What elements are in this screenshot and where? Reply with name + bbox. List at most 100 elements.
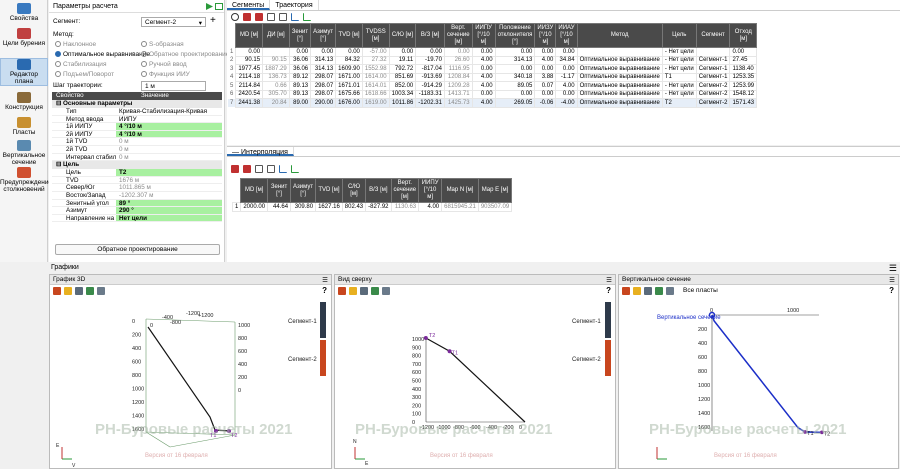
table-cell[interactable]: 90.15: [235, 55, 264, 65]
table-cell[interactable]: 136.73: [262, 72, 290, 82]
p3-layers-select[interactable]: Все пласты: [683, 287, 718, 294]
table-cell[interactable]: 4.00: [471, 98, 496, 108]
table-cell[interactable]: 1011.86: [388, 98, 417, 108]
seg-col-header[interactable]: В/З [м]: [415, 23, 445, 48]
interp-cell[interactable]: 1130.63: [390, 202, 420, 212]
method-left-1[interactable]: Оптимальное выравнивание: [55, 51, 150, 58]
p1-layers-icon[interactable]: [53, 286, 61, 295]
method-right-1[interactable]: Обратное проектирование: [141, 51, 229, 58]
table-cell[interactable]: 1253.99: [729, 81, 758, 91]
table-cell[interactable]: -913.69: [415, 72, 445, 82]
interp-copy-icon[interactable]: [255, 165, 263, 173]
table-cell[interactable]: 1208.84: [443, 72, 473, 82]
p1-eye-icon[interactable]: [64, 286, 72, 295]
interp-export-icon[interactable]: [291, 165, 299, 173]
table-cell[interactable]: 89.00: [288, 98, 312, 108]
p2-rig-icon[interactable]: [360, 286, 368, 295]
seg-col-header[interactable]: Верт. сечение [м]: [443, 23, 473, 48]
table-cell[interactable]: 20.84: [262, 98, 290, 108]
table-cell[interactable]: 0.00: [555, 89, 578, 99]
interp-col-header[interactable]: Зенит [°]: [267, 178, 292, 203]
table-cell[interactable]: 1676.00: [335, 98, 363, 108]
property-row[interactable]: Цель T2: [52, 169, 222, 177]
table-cell[interactable]: -57.00: [361, 47, 390, 57]
p1-help-icon[interactable]: ?: [322, 286, 327, 295]
interp-cell[interactable]: 4.00: [418, 202, 443, 212]
table-cell[interactable]: 305.70: [262, 89, 290, 99]
table-cell[interactable]: 89.13: [288, 81, 312, 91]
table-cell[interactable]: 1614.01: [361, 81, 390, 91]
table-cell[interactable]: T2: [661, 98, 697, 108]
table-cell[interactable]: -0.06: [534, 98, 557, 108]
table-cell[interactable]: 36.06: [288, 55, 312, 65]
table-cell[interactable]: 314.13: [310, 64, 337, 74]
table-cell[interactable]: 1675.66: [335, 89, 363, 99]
table-cell[interactable]: 27.45: [729, 55, 758, 65]
table-cell[interactable]: 0.00: [288, 47, 312, 57]
seg-col-header[interactable]: ИИЗУ [°/10 м]: [534, 23, 557, 48]
table-row[interactable]: 2 90.15 90.15 36.06 314.13 84.32 27.32 19.11 -19…: [228, 55, 758, 65]
table-cell[interactable]: 851.69: [388, 72, 417, 82]
table-cell[interactable]: 269.05: [494, 98, 536, 108]
seg-col-header[interactable]: ДИ [м]: [262, 23, 290, 48]
property-row[interactable]: Тип Кривая-Стабилизация-Кривая: [52, 108, 222, 116]
table-cell[interactable]: Оптимальное выравнивание: [576, 55, 663, 65]
table-cell[interactable]: Сегмент-2: [695, 89, 731, 99]
p2-layers-icon[interactable]: [338, 286, 346, 295]
table-row[interactable]: 5 2114.84 0.66 89.13 298.07 1671.01 1614.01 852…: [228, 81, 758, 91]
property-row[interactable]: 1й TVD 0 м: [52, 138, 222, 146]
table-cell[interactable]: 0.00: [335, 47, 363, 57]
seg-col-header[interactable]: Метод: [576, 23, 663, 48]
add-segment-icon[interactable]: +: [210, 15, 216, 26]
table-cell[interactable]: 0.00: [534, 47, 557, 57]
table-cell[interactable]: - Нет цели: [661, 81, 697, 91]
table-cell[interactable]: 34.84: [555, 55, 578, 65]
table-cell[interactable]: 27.32: [361, 55, 390, 65]
run-all-icon[interactable]: [215, 3, 223, 10]
table-cell[interactable]: 298.07: [310, 72, 337, 82]
property-row[interactable]: Направление на цельНет цели: [52, 214, 222, 223]
table-cell[interactable]: 1425.73: [443, 98, 473, 108]
interp-cell[interactable]: 903507.09: [477, 202, 513, 212]
table-cell[interactable]: 89.05: [494, 81, 536, 91]
p3-layers-icon[interactable]: [622, 286, 630, 295]
table-cell[interactable]: 1253.35: [729, 72, 758, 82]
table-cell[interactable]: 1003.34: [388, 89, 417, 99]
section-target[interactable]: ⊟ Цель: [52, 161, 222, 170]
tab-segments[interactable]: Сегменты: [227, 0, 271, 10]
table-cell[interactable]: Оптимальное выравнивание: [576, 89, 663, 99]
table-cell[interactable]: 2114.18: [235, 72, 264, 82]
property-row[interactable]: Азимут 290 °: [52, 207, 222, 215]
table-cell[interactable]: 4.00: [471, 55, 496, 65]
property-row[interactable]: Зенитный угол 89 °: [52, 199, 222, 208]
nav-item-3[interactable]: Конструкция: [0, 92, 48, 111]
seg-col-header[interactable]: MD [м]: [235, 23, 264, 48]
table-cell[interactable]: -1.17: [555, 72, 578, 82]
table-cell[interactable]: 84.32: [335, 55, 363, 65]
table-cell[interactable]: 1671.00: [335, 72, 363, 82]
interp-col-header[interactable]: Азимут [°]: [290, 178, 317, 203]
method-right-0[interactable]: S-образная: [141, 41, 184, 48]
table-cell[interactable]: 0.07: [534, 81, 557, 91]
table-cell[interactable]: 852.00: [388, 81, 417, 91]
nav-item-5[interactable]: Вертикальное сечение: [0, 140, 48, 166]
interp-col-header[interactable]: Map E [м]: [477, 178, 513, 203]
table-cell[interactable]: 1209.28: [443, 81, 473, 91]
chart-top-view[interactable]: 10009008007006005004003002001000-1200 -10…: [335, 297, 615, 467]
table-cell[interactable]: 0.00: [494, 64, 536, 74]
table-cell[interactable]: - Нет цели: [661, 47, 697, 57]
property-row[interactable]: Север/Юг 1011.865 м: [52, 184, 222, 192]
table-cell[interactable]: 1977.45: [235, 64, 264, 74]
table-cell[interactable]: 4.00: [534, 55, 557, 65]
table-cell[interactable]: Сегмент-2: [695, 98, 731, 108]
p2-well-icon[interactable]: [382, 286, 390, 295]
seg-col-header[interactable]: Азимут [°]: [310, 23, 337, 48]
refresh-icon[interactable]: [231, 13, 239, 21]
p2-help-icon[interactable]: ?: [606, 286, 611, 295]
graphs-menu-icon[interactable]: ☰: [889, 263, 897, 274]
table-cell[interactable]: [576, 47, 663, 57]
seg-col-header[interactable]: ИИПУ [°/10 м]: [471, 23, 496, 48]
p3-rig-icon[interactable]: [644, 286, 652, 295]
property-row[interactable]: Интервал стабилизац...0 м: [52, 153, 222, 162]
table-cell[interactable]: Сегмент-1: [695, 55, 731, 65]
